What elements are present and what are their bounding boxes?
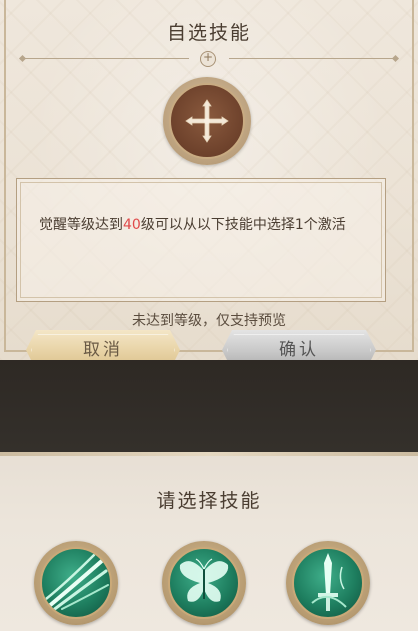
background-overlay — [0, 360, 418, 452]
dialog-title: 自选技能 — [166, 22, 251, 44]
skill-option-2[interactable] — [162, 541, 246, 625]
skill-selection-panel: 请选择技能 — [0, 452, 418, 631]
confirm-button[interactable]: 确认 — [222, 330, 376, 360]
description-prefix: 觉醒等级达到 — [39, 217, 123, 233]
description-panel: 觉醒等级达到40级可以从以下技能中选择1个激活 — [16, 178, 386, 302]
title-divider — [18, 50, 400, 67]
sword-icon — [311, 553, 347, 611]
skill-option-1[interactable] — [34, 541, 118, 625]
skill-select-dialog: 自选技能 觉醒等级达到40级可以从以下技能中选择1个激活 未达到等级，仅支持预览… — [0, 0, 418, 360]
selection-title: 请选择技能 — [156, 490, 262, 512]
add-skill-icon — [185, 99, 229, 143]
ornament-icon — [200, 50, 216, 67]
preview-notice: 未达到等级，仅支持预览 — [132, 313, 286, 329]
empty-skill-slot[interactable] — [163, 77, 251, 165]
description-text: 觉醒等级达到40级可以从以下技能中选择1个激活 — [39, 215, 369, 235]
skill-option-3[interactable] — [286, 541, 370, 625]
butterfly-icon — [179, 558, 229, 602]
description-suffix: 级可以从以下技能中选择1个激活 — [140, 217, 346, 233]
cancel-button[interactable]: 取消 — [26, 330, 180, 360]
claw-slash-icon — [44, 553, 109, 613]
required-level: 40 — [123, 217, 141, 233]
